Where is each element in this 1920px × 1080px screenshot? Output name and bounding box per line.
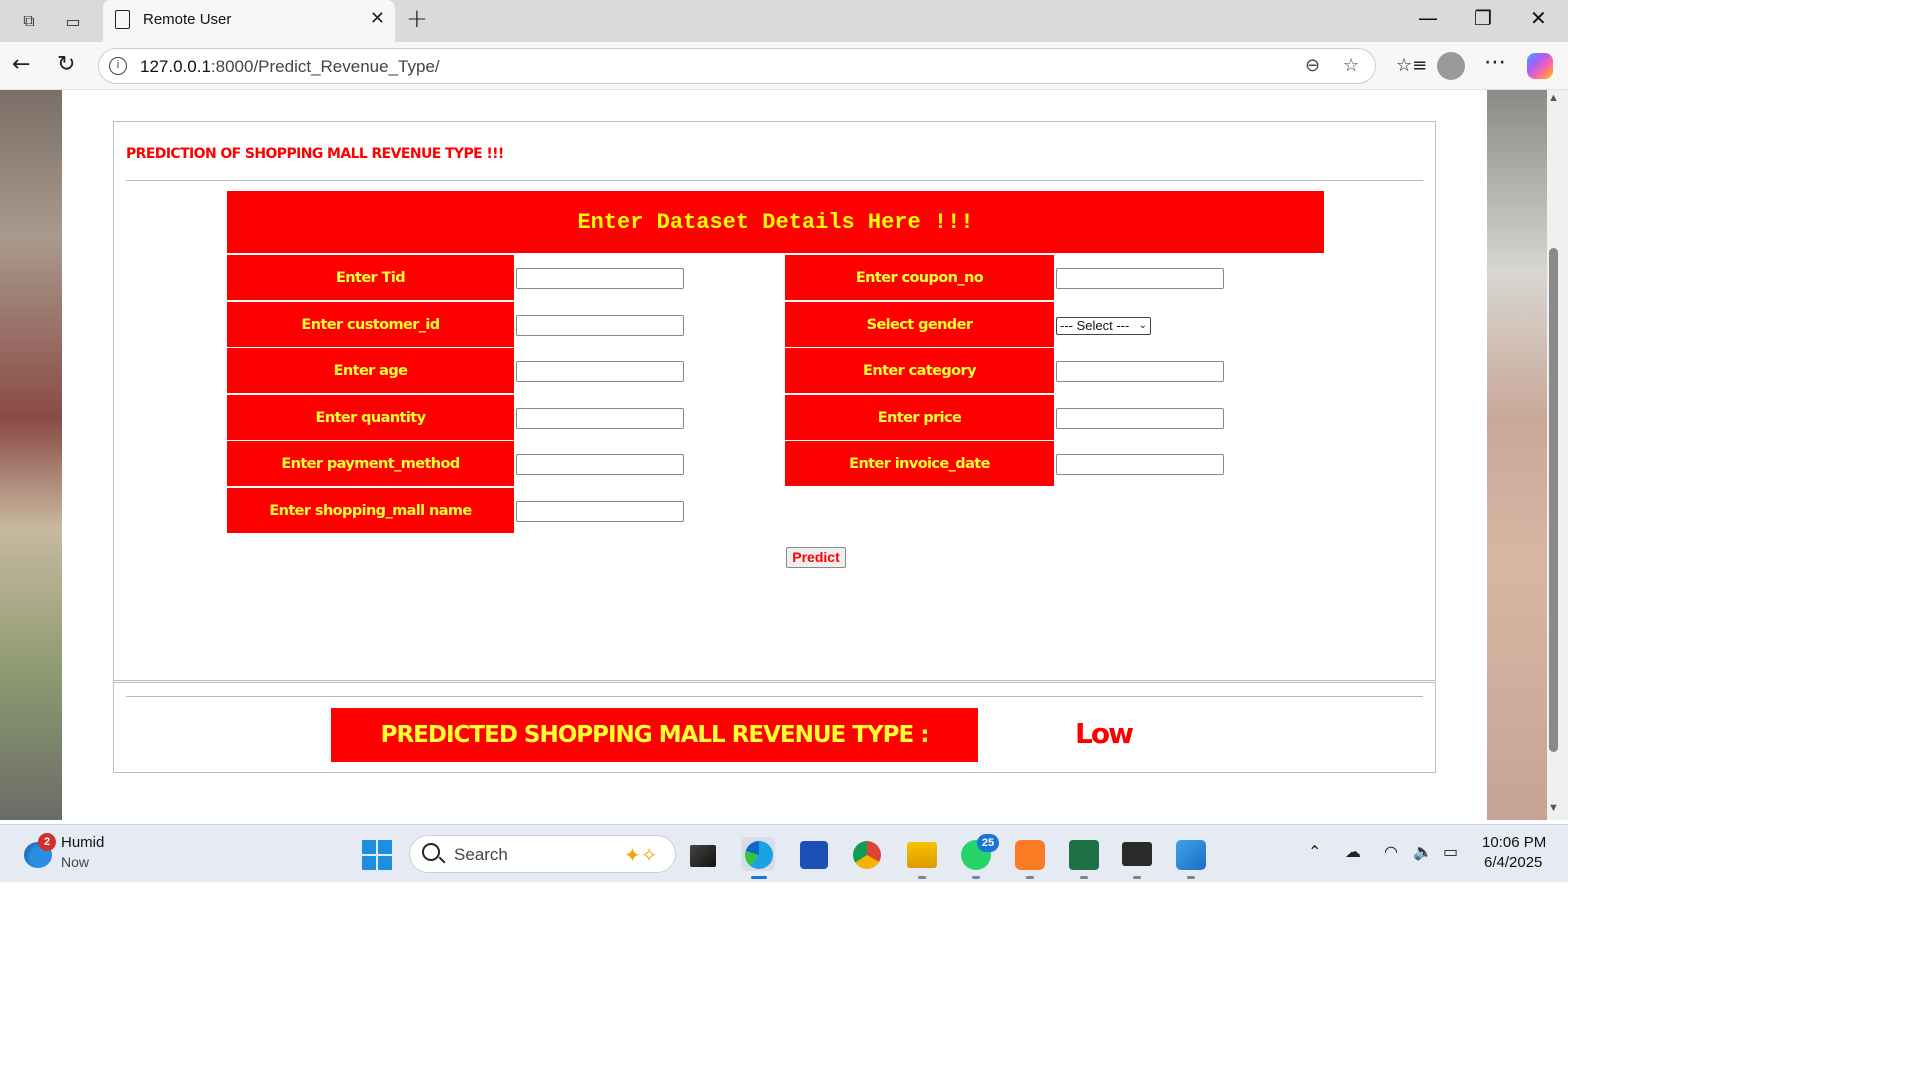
desktop-background-left [0, 90, 62, 820]
result-label: PREDICTED SHOPPING MALL REVENUE TYPE : [331, 708, 978, 762]
copilot-icon[interactable] [1527, 53, 1553, 79]
divider [126, 696, 1423, 697]
wifi-icon[interactable]: ◠ [1384, 842, 1398, 861]
shopping-mall-name-input[interactable] [516, 501, 684, 522]
zoom-icon[interactable]: ⊖ [1305, 55, 1320, 76]
invoice-date-input[interactable] [1056, 454, 1224, 475]
show-hidden-icons-icon[interactable]: ⌃ [1308, 842, 1321, 861]
edge-icon[interactable] [745, 841, 773, 869]
page-title: PREDICTION OF SHOPPING MALL REVENUE TYPE… [126, 146, 504, 162]
label-customer-id: Enter customer_id [227, 302, 514, 347]
tab-title: Remote User [143, 11, 232, 28]
search-placeholder: Search [454, 845, 508, 864]
label-coupon-no: Enter coupon_no [785, 255, 1054, 300]
excel-indicator [1080, 876, 1088, 879]
label-invoice-date: Enter invoice_date [785, 441, 1054, 486]
form-header: Enter Dataset Details Here !!! [227, 191, 1324, 253]
tab-bar: ⧉ ▭ Remote User ✕ + — ❐ ✕ [0, 0, 1568, 42]
onedrive-icon[interactable]: ☁ [1345, 842, 1361, 861]
profile-avatar[interactable] [1437, 52, 1465, 80]
scroll-up-icon[interactable]: ▲ [1548, 92, 1559, 104]
clock-time[interactable]: 10:06 PM [1482, 834, 1546, 851]
favorite-star-icon[interactable]: ☆ [1343, 55, 1359, 76]
taskbar-search[interactable]: Search ✦✧ [409, 835, 676, 873]
price-input[interactable] [1056, 408, 1224, 429]
divider [126, 180, 1423, 181]
sparkle-icon: ✦✧ [624, 843, 658, 867]
prediction-panel: PREDICTION OF SHOPPING MALL REVENUE TYPE… [113, 121, 1436, 681]
page-content: PREDICTION OF SHOPPING MALL REVENUE TYPE… [62, 90, 1487, 820]
label-price: Enter price [785, 395, 1054, 440]
edge-active-indicator [751, 876, 767, 879]
new-tab-icon[interactable]: + [406, 4, 428, 34]
scroll-down-icon[interactable]: ▼ [1548, 802, 1559, 814]
whatsapp-badge: 25 [977, 834, 999, 852]
vscode-icon[interactable] [1176, 840, 1206, 870]
store-icon[interactable] [800, 841, 828, 869]
page-icon [115, 10, 130, 29]
address-toolbar: ← ↻ i 127.0.0.1:8000/Predict_Revenue_Typ… [0, 42, 1568, 90]
gender-select-value: --- Select --- [1060, 318, 1130, 333]
chrome-icon[interactable] [853, 841, 881, 869]
result-value: Low [1075, 717, 1134, 750]
predict-button[interactable]: Predict [786, 547, 846, 568]
close-tab-icon[interactable]: ✕ [370, 8, 385, 29]
explorer-indicator [918, 876, 926, 879]
close-window-icon[interactable]: ✕ [1530, 6, 1547, 30]
favorites-icon[interactable]: ☆≡ [1396, 55, 1427, 76]
weather-subtitle[interactable]: Now [61, 854, 89, 870]
back-icon[interactable]: ← [12, 52, 30, 77]
start-button[interactable] [362, 840, 392, 870]
vertical-tabs-icon[interactable]: ▭ [60, 8, 86, 34]
desktop-background-right [1487, 90, 1547, 820]
age-input[interactable] [516, 361, 684, 382]
more-menu-icon[interactable]: ⋯ [1484, 50, 1506, 75]
coupon-no-input[interactable] [1056, 268, 1224, 289]
terminal-icon[interactable] [1122, 842, 1152, 866]
site-info-icon[interactable]: i [109, 57, 127, 75]
label-gender: Select gender [785, 302, 1054, 347]
terminal-indicator [1133, 876, 1141, 879]
xampp-indicator [1026, 876, 1034, 879]
payment-method-input[interactable] [516, 454, 684, 475]
label-shopping-mall-name: Enter shopping_mall name [227, 488, 514, 533]
xampp-icon[interactable] [1015, 840, 1045, 870]
refresh-icon[interactable]: ↻ [57, 52, 75, 77]
url-text[interactable]: 127.0.0.1:8000/Predict_Revenue_Type/ [140, 57, 440, 77]
label-age: Enter age [227, 348, 514, 393]
file-explorer-icon[interactable] [907, 842, 937, 868]
restore-icon[interactable]: ❐ [1474, 6, 1492, 30]
weather-title[interactable]: Humid [61, 834, 104, 851]
result-panel: PREDICTED SHOPPING MALL REVENUE TYPE : L… [113, 682, 1436, 773]
workspaces-icon[interactable]: ⧉ [16, 8, 42, 34]
weather-badge: 2 [38, 833, 56, 851]
volume-icon[interactable]: 🔈 [1413, 842, 1433, 861]
excel-icon[interactable] [1069, 840, 1099, 870]
label-tid: Enter Tid [227, 255, 514, 300]
category-input[interactable] [1056, 361, 1224, 382]
tab-remote-user[interactable]: Remote User ✕ [103, 0, 395, 42]
battery-icon[interactable]: ▭ [1443, 842, 1458, 861]
url-bar[interactable]: i 127.0.0.1:8000/Predict_Revenue_Type/ ⊖… [98, 48, 1376, 84]
task-view-icon[interactable] [690, 845, 716, 867]
quantity-input[interactable] [516, 408, 684, 429]
chevron-down-icon: ⌄ [1138, 320, 1147, 331]
customer-id-input[interactable] [516, 315, 684, 336]
clock-date[interactable]: 6/4/2025 [1484, 854, 1542, 871]
scrollbar-thumb[interactable] [1549, 248, 1558, 752]
label-payment-method: Enter payment_method [227, 441, 514, 486]
vscode-indicator [1187, 876, 1195, 879]
tid-input[interactable] [516, 268, 684, 289]
taskbar: 2 Humid Now Search ✦✧ 25 ⌃ ☁ ◠ 🔈 ▭ 10:06… [0, 824, 1568, 882]
label-category: Enter category [785, 348, 1054, 393]
whatsapp-indicator [972, 876, 980, 879]
minimize-icon[interactable]: — [1418, 6, 1438, 30]
gender-select[interactable]: --- Select --- ⌄ [1056, 317, 1151, 335]
label-quantity: Enter quantity [227, 395, 514, 440]
search-icon [422, 843, 440, 861]
